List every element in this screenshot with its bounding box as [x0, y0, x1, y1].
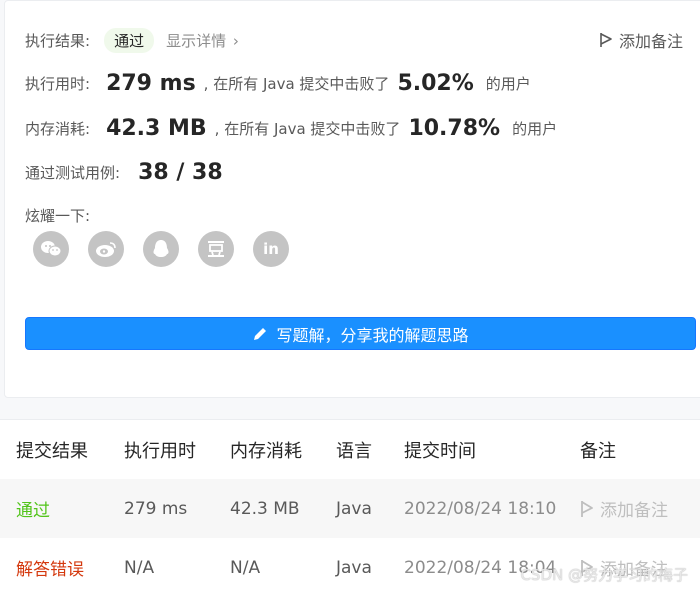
table-row[interactable]: 通过 279 ms 42.3 MB Java 2022/08/24 18:10 …: [0, 479, 700, 539]
status-row: 执行结果: 通过 显示详情 ›: [25, 28, 239, 53]
result-card: 执行结果: 通过 显示详情 › 添加备注 执行用时: 279 ms , 在所有 …: [4, 0, 700, 398]
row-language: Java: [336, 498, 372, 519]
chevron-right-icon: ›: [232, 32, 239, 50]
show-details-link[interactable]: 显示详情 ›: [166, 30, 239, 51]
memory-suffix: 的用户: [512, 120, 558, 138]
runtime-row: 执行用时: 279 ms , 在所有 Java 提交中击败了 5.02% 的用户: [25, 71, 531, 96]
wechat-icon[interactable]: [33, 231, 69, 267]
watermark: CSDN @努力学习的梅子: [520, 566, 688, 584]
runtime-value: 279 ms: [106, 71, 196, 96]
memory-percent: 10.78%: [408, 116, 501, 141]
runtime-middle-text: , 在所有 Java 提交中击败了: [203, 75, 390, 93]
status-label: 执行结果:: [25, 32, 91, 50]
share-label: 炫耀一下:: [25, 207, 91, 225]
row-result-error-link[interactable]: 解答错误: [16, 555, 84, 580]
share-row: 炫耀一下:: [25, 205, 90, 226]
runtime-percent: 5.02%: [397, 71, 474, 96]
add-note-button[interactable]: 添加备注: [599, 28, 683, 52]
col-language: 语言: [336, 440, 372, 462]
tests-label: 通过测试用例:: [25, 164, 121, 182]
row-time: 2022/08/24 18:10: [404, 498, 557, 519]
memory-middle-text: , 在所有 Java 提交中击败了: [214, 120, 401, 138]
submissions-table: 提交结果 执行用时 内存消耗 语言 提交时间 备注 通过 279 ms 42.3…: [0, 419, 700, 593]
runtime-suffix: 的用户: [485, 75, 531, 93]
status-pass-badge: 通过: [104, 28, 155, 53]
memory-row: 内存消耗: 42.3 MB , 在所有 Java 提交中击败了 10.78% 的…: [25, 116, 557, 141]
write-solution-label: 写题解，分享我的解题思路: [276, 325, 469, 345]
add-note-label: 添加备注: [618, 32, 683, 51]
qq-icon[interactable]: [143, 231, 179, 267]
col-note: 备注: [580, 440, 616, 462]
col-time: 提交时间: [404, 440, 476, 462]
tests-row: 通过测试用例: 38 / 38: [25, 160, 223, 185]
runtime-label: 执行用时:: [25, 75, 91, 93]
row-language: Java: [336, 557, 372, 578]
row-runtime: 279 ms: [124, 498, 188, 519]
pencil-icon: [254, 327, 267, 340]
memory-label: 内存消耗:: [25, 120, 91, 138]
col-memory: 内存消耗: [230, 440, 302, 462]
linkedin-icon[interactable]: in: [253, 231, 289, 267]
douban-icon[interactable]: [198, 231, 234, 267]
flag-icon: [600, 33, 612, 47]
tests-value: 38 / 38: [138, 160, 223, 185]
row-result-pass-link[interactable]: 通过: [16, 496, 50, 521]
memory-value: 42.3 MB: [106, 116, 207, 141]
show-details-label: 显示详情: [166, 32, 227, 50]
weibo-icon[interactable]: [88, 231, 124, 267]
row-add-note-label: 添加备注: [600, 501, 668, 521]
col-result: 提交结果: [16, 440, 88, 462]
row-memory: N/A: [230, 557, 261, 578]
table-header: 提交结果 执行用时 内存消耗 语言 提交时间 备注: [0, 420, 700, 480]
col-runtime: 执行用时: [124, 440, 196, 462]
row-add-note-button[interactable]: 添加备注: [580, 496, 668, 521]
write-solution-button[interactable]: 写题解，分享我的解题思路: [25, 317, 696, 350]
flag-icon: [581, 500, 593, 517]
row-runtime: N/A: [124, 557, 155, 578]
row-memory: 42.3 MB: [230, 498, 300, 519]
share-icons: in: [33, 231, 289, 267]
